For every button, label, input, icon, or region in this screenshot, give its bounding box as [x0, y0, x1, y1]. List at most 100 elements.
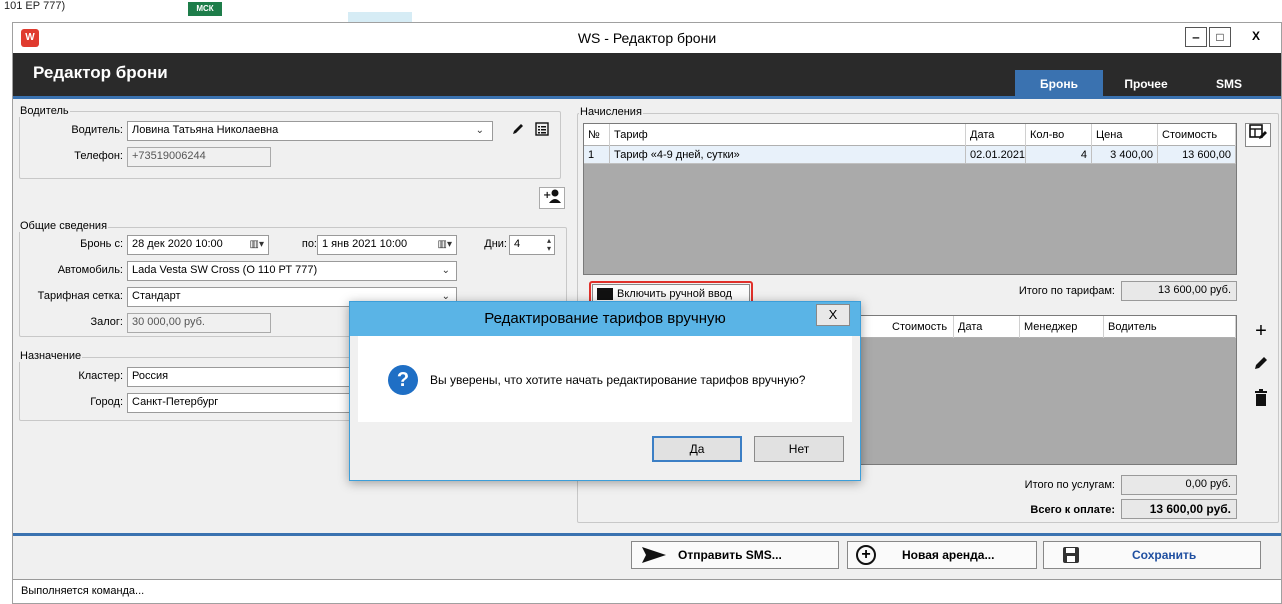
tab-sms[interactable]: SMS	[1199, 70, 1259, 99]
dialog-yes-button[interactable]: Да	[652, 436, 742, 462]
purpose-group-legend: Назначение	[19, 350, 83, 362]
list-icon	[535, 122, 549, 136]
driver-select-value: Ловина Татьяна Николаевна	[132, 124, 279, 136]
deposit-field[interactable]: 30 000,00 руб.	[127, 313, 271, 333]
trash-icon	[1255, 389, 1267, 406]
tariff-total-label: Итого по тарифам:	[1018, 285, 1115, 297]
tab-booking[interactable]: Бронь	[1015, 70, 1103, 99]
status-bar: Выполняется команда...	[13, 579, 1281, 603]
column-header[interactable]: Стоимость	[888, 316, 954, 338]
edit-driver-button[interactable]	[507, 121, 529, 141]
cluster-label: Кластер:	[78, 370, 123, 382]
new-rent-button[interactable]: + Новая аренда...	[847, 541, 1037, 569]
manual-tariff-dialog: Редактирование тарифов вручную X ? Вы ув…	[349, 301, 861, 481]
app-icon: W	[21, 29, 39, 47]
keyboard-icon	[597, 288, 613, 300]
grand-total-field: 13 600,00 руб.	[1121, 499, 1237, 519]
new-rent-label: Новая аренда...	[902, 548, 995, 562]
booking-from-value: 28 дек 2020 10:00	[132, 238, 223, 250]
column-header[interactable]: Тариф	[610, 124, 966, 146]
footer-divider	[13, 533, 1281, 536]
window-titlebar: WS - Редактор брони W ‒ □ X	[13, 23, 1281, 53]
booking-to-value: 1 янв 2021 10:00	[322, 238, 408, 250]
booking-to-field[interactable]: 1 янв 2021 10:00 ▥▾	[317, 235, 457, 255]
driver-label: Водитель:	[71, 124, 123, 136]
dialog-titlebar: Редактирование тарифов вручную X	[350, 302, 860, 336]
table-row[interactable]: 1 Тариф «4-9 дней, сутки» 02.01.2021 4 3…	[584, 146, 1236, 164]
add-service-button[interactable]: +	[1249, 321, 1273, 345]
add-driver-button[interactable]: +	[539, 187, 565, 209]
tariff-total-field: 13 600,00 руб.	[1121, 281, 1237, 301]
booking-to-label: по:	[301, 238, 317, 250]
maximize-button[interactable]: □	[1209, 27, 1231, 47]
days-stepper[interactable]: 4 ▴ ▾	[509, 235, 555, 255]
booking-from-field[interactable]: 28 дек 2020 10:00 ▥▾	[127, 235, 269, 255]
grand-total-label: Всего к оплате:	[1030, 504, 1115, 516]
dialog-no-button[interactable]: Нет	[754, 436, 844, 462]
pencil-icon	[513, 124, 523, 134]
phone-field[interactable]: +73519006244	[127, 147, 271, 167]
column-header[interactable]: Водитель	[1104, 316, 1236, 338]
chevron-down-icon: ⌄	[441, 265, 450, 276]
tariff-grid-label: Тарифная сетка:	[37, 290, 123, 302]
page-title: Редактор брони	[33, 63, 168, 82]
general-group-legend: Общие сведения	[19, 220, 109, 232]
add-circle-icon: +	[856, 545, 876, 565]
row-tariff: Тариф «4-9 дней, сутки»	[610, 146, 966, 164]
tab-other[interactable]: Прочее	[1105, 70, 1187, 99]
table-edit-icon	[1249, 124, 1267, 139]
booking-editor-window: WS - Редактор брони W ‒ □ X Редактор бро…	[12, 22, 1282, 604]
driver-list-button[interactable]	[531, 121, 553, 141]
enable-manual-input-label: Включить ручной ввод	[617, 288, 732, 300]
city-label: Город:	[90, 396, 123, 408]
save-button[interactable]: Сохранить	[1043, 541, 1261, 569]
grid-settings-button[interactable]	[1245, 123, 1271, 147]
column-header[interactable]: Дата	[966, 124, 1026, 146]
deposit-label: Залог:	[90, 316, 124, 328]
days-value: 4	[514, 238, 521, 250]
row-quantity: 4	[1026, 146, 1092, 164]
charges-grid[interactable]: № Тариф Дата Кол-во Цена Стоимость 1 Тар…	[583, 123, 1237, 275]
plus-icon: +	[1255, 320, 1267, 342]
row-date: 02.01.2021	[966, 146, 1026, 164]
column-header[interactable]: Цена	[1092, 124, 1158, 146]
dialog-title: Редактирование тарифов вручную	[484, 310, 726, 327]
send-sms-button[interactable]: Отправить SMS...	[631, 541, 839, 569]
services-total-field: 0,00 руб.	[1121, 475, 1237, 495]
edit-service-button[interactable]	[1249, 355, 1273, 379]
delete-service-button[interactable]	[1249, 389, 1273, 413]
days-label: Дни:	[484, 238, 507, 250]
chevron-down-icon: ⌄	[475, 125, 484, 136]
send-sms-label: Отправить SMS...	[678, 548, 782, 562]
add-user-icon: +	[543, 189, 561, 203]
car-select[interactable]: Lada Vesta SW Cross (О 110 РТ 777) ⌄	[127, 261, 457, 281]
column-header[interactable]: Менеджер	[1020, 316, 1104, 338]
calendar-icon: ▥▾	[437, 239, 452, 250]
charges-grid-header: № Тариф Дата Кол-во Цена Стоимость	[584, 124, 1236, 146]
column-header[interactable]: Стоимость	[1158, 124, 1236, 146]
dialog-close-button[interactable]: X	[816, 304, 850, 326]
send-icon	[642, 547, 666, 563]
question-icon: ?	[388, 365, 418, 395]
car-value: Lada Vesta SW Cross (О 110 РТ 777)	[132, 264, 318, 276]
window-title: WS - Редактор брони	[577, 30, 717, 46]
minimize-button[interactable]: ‒	[1185, 27, 1207, 47]
driver-group-legend: Водитель	[19, 105, 70, 117]
background-app-badge: МСК	[188, 2, 222, 16]
close-window-button[interactable]: X	[1245, 27, 1267, 47]
column-header[interactable]: Кол-во	[1026, 124, 1092, 146]
pencil-icon	[1255, 357, 1267, 369]
charges-legend: Начисления	[579, 106, 643, 118]
background-app-text: 101 ЕР 777)	[4, 0, 66, 12]
booking-from-label: Бронь с:	[80, 238, 123, 250]
dialog-message: Вы уверены, что хотите начать редактиров…	[430, 373, 806, 387]
editor-header: Редактор брони Бронь Прочее SMS	[13, 53, 1281, 99]
driver-select[interactable]: Ловина Татьяна Николаевна ⌄	[127, 121, 493, 141]
floppy-disk-icon	[1063, 547, 1079, 563]
car-label: Автомобиль:	[57, 264, 123, 276]
background-app-cell	[348, 12, 412, 22]
save-label: Сохранить	[1132, 548, 1197, 562]
stepper-arrows-icon[interactable]: ▴ ▾	[547, 237, 551, 253]
column-header[interactable]: №	[584, 124, 610, 146]
column-header[interactable]: Дата	[954, 316, 1020, 338]
